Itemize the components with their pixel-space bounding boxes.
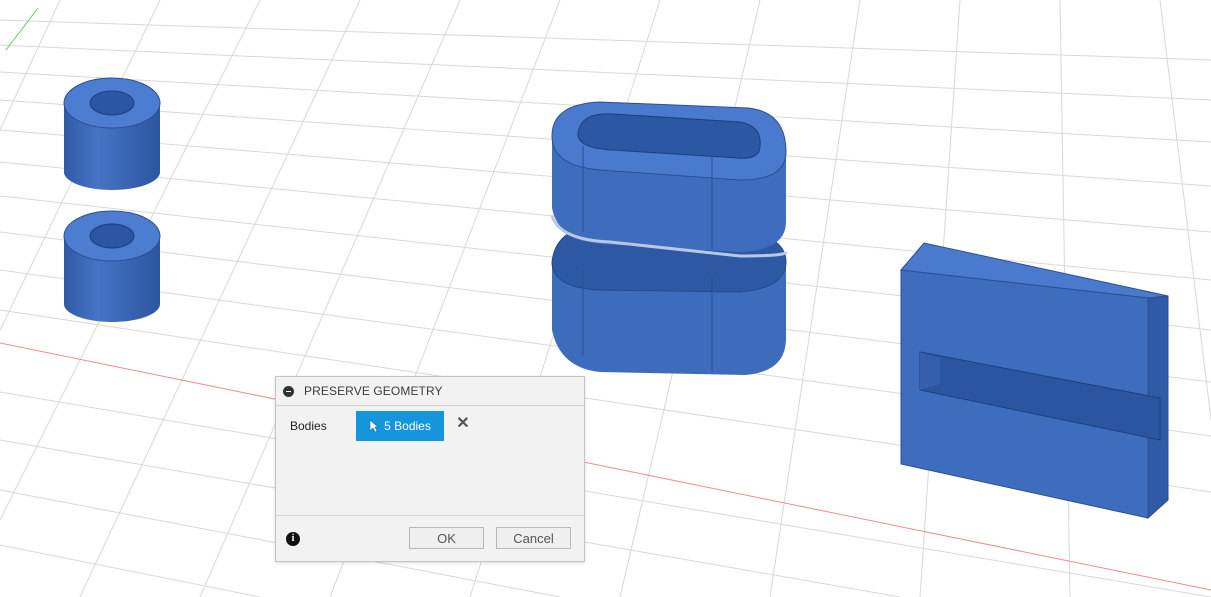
preserve-geometry-dialog: PRESERVE GEOMETRY Bodies 5 Bodies ✕ i OK…: [275, 376, 585, 562]
slotted-block-body[interactable]: [900, 242, 1169, 520]
bodies-selection-button[interactable]: 5 Bodies: [356, 411, 444, 441]
cancel-button[interactable]: Cancel: [496, 527, 571, 549]
dialog-header: PRESERVE GEOMETRY: [276, 377, 584, 406]
collapse-icon[interactable]: [283, 385, 294, 397]
info-icon[interactable]: i: [286, 532, 300, 546]
cylinder-body-1[interactable]: [63, 77, 161, 190]
cursor-arrow-icon: [369, 419, 379, 433]
dialog-footer: i OK Cancel: [276, 515, 584, 561]
dialog-title: PRESERVE GEOMETRY: [304, 384, 443, 398]
y-axis-line: [5, 7, 39, 51]
clear-selection-icon[interactable]: ✕: [454, 415, 472, 433]
bodies-label: Bodies: [290, 419, 327, 433]
3d-viewport[interactable]: [0, 0, 1211, 597]
ok-button[interactable]: OK: [409, 527, 484, 549]
cylinder-body-2[interactable]: [63, 210, 161, 322]
selection-count-label: 5 Bodies: [384, 419, 431, 433]
oval-ring-top-body[interactable]: [550, 101, 788, 258]
